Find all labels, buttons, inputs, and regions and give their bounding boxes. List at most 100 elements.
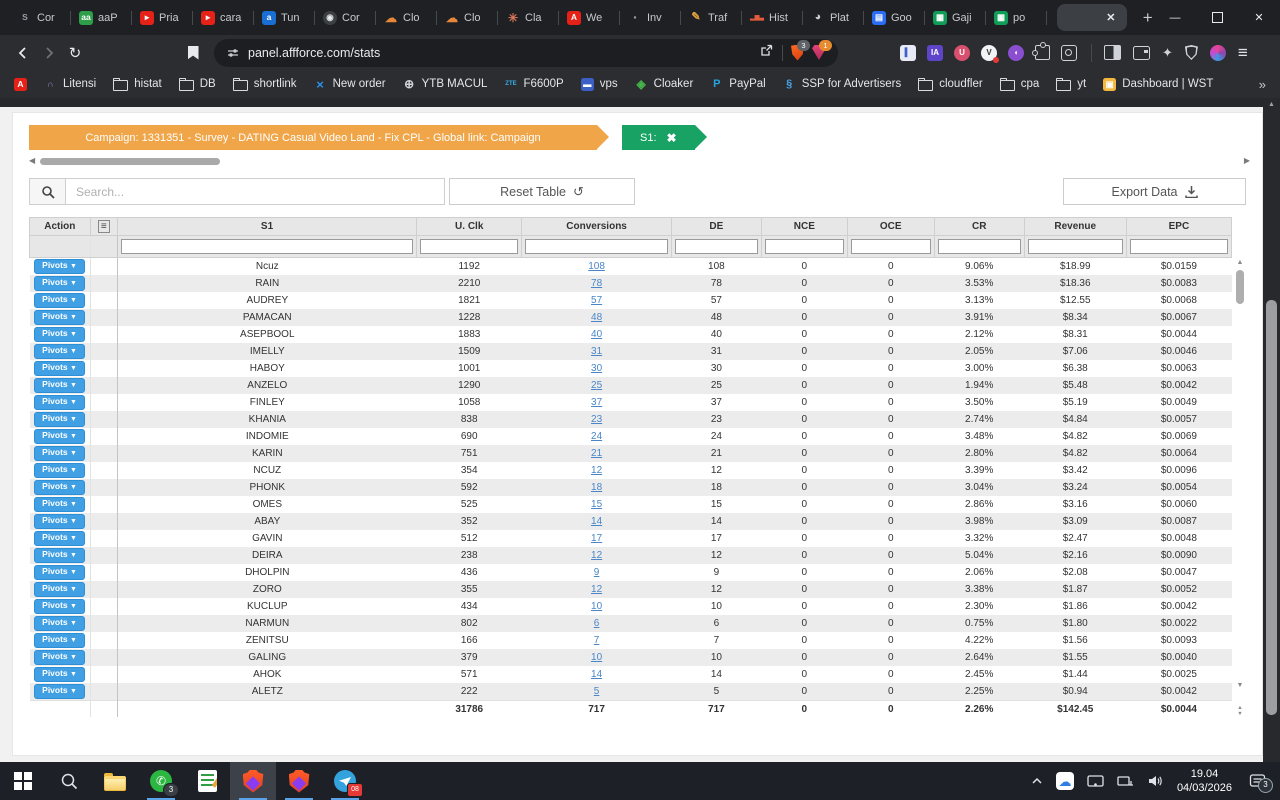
bookmark-item[interactable]: ◈Cloaker <box>635 78 694 91</box>
whatsapp-button[interactable]: ✆ 3 <box>138 762 184 800</box>
conversions-link[interactable]: 12 <box>591 550 602 561</box>
column-filter-input[interactable] <box>1028 239 1123 254</box>
column-header[interactable]: S1 <box>117 218 416 236</box>
active-tab[interactable]: ✕ <box>1057 4 1127 31</box>
pivots-button[interactable]: Pivots ▼ <box>34 310 85 325</box>
bookmark-item[interactable]: PPayPal <box>710 78 765 91</box>
column-header[interactable]: EPC <box>1126 218 1231 236</box>
bookmark-item[interactable]: ZTEF6600P <box>504 78 563 91</box>
pivots-button[interactable]: Pivots ▼ <box>34 344 85 359</box>
close-button[interactable]: ✕ <box>1238 0 1280 35</box>
search-button[interactable] <box>29 178 66 205</box>
search-extension-icon[interactable] <box>1061 45 1077 61</box>
conversions-link[interactable]: 15 <box>591 499 602 510</box>
pivots-button[interactable]: Pivots ▼ <box>34 667 85 682</box>
bookmark-item[interactable]: DB <box>179 77 216 91</box>
browser-tab[interactable]: ☁Clo <box>376 1 437 35</box>
conversions-link[interactable]: 23 <box>591 414 602 425</box>
table-scroll-thumb[interactable] <box>1236 270 1244 304</box>
conversions-link[interactable]: 14 <box>591 669 602 680</box>
browser-tab[interactable]: ▂▆▃Hist <box>742 1 803 35</box>
profile-avatar[interactable] <box>1210 45 1226 61</box>
browser-tab[interactable]: ☁Clo <box>437 1 498 35</box>
search-input[interactable] <box>66 178 445 205</box>
bookmark-item[interactable]: ⊕YTB MACUL <box>403 78 488 91</box>
conversions-link[interactable]: 24 <box>591 431 602 442</box>
bookmark-item[interactable]: yt <box>1056 77 1086 91</box>
address-bar[interactable]: panel.affforce.com/stats 3 1 <box>214 39 838 67</box>
extensions-puzzle-icon[interactable] <box>1035 45 1050 60</box>
bookmark-item[interactable]: §SSP for Advertisers <box>783 78 902 91</box>
wallet-icon[interactable] <box>1133 46 1150 60</box>
chip-close-icon[interactable]: ✖ <box>667 132 677 144</box>
table-scrollbar[interactable]: ▲ ▼ ▲▼ <box>1234 257 1246 717</box>
brave-browser-button[interactable] <box>276 762 322 800</box>
column-header[interactable]: NCE <box>761 218 847 236</box>
bookmark-item[interactable]: histat <box>113 77 162 91</box>
s1-filter-chip[interactable]: S1: ✖ <box>622 125 695 150</box>
browser-tab[interactable]: aaaaP <box>71 1 132 35</box>
pivots-button[interactable]: Pivots ▼ <box>34 480 85 495</box>
browser-tab[interactable]: ◕Plat <box>803 1 864 35</box>
share-button[interactable] <box>759 43 774 62</box>
bookmark-item[interactable]: shortlink <box>233 77 297 91</box>
bookmark-item[interactable]: ▬vps <box>581 78 618 91</box>
column-filter-input[interactable] <box>420 239 518 254</box>
office-app-button[interactable] <box>184 762 230 800</box>
bookmarks-overflow-chevron[interactable]: » <box>1259 77 1266 92</box>
conversions-link[interactable]: 14 <box>591 516 602 527</box>
hscroll-thumb[interactable] <box>40 158 220 165</box>
browser-tab[interactable]: AWe <box>559 1 620 35</box>
browser-tab[interactable]: ▦Gaji <box>925 1 986 35</box>
browser-tab[interactable]: ▦po <box>986 1 1047 35</box>
conversions-link[interactable]: 17 <box>591 533 602 544</box>
browser-scrollbar[interactable]: ▲ <box>1263 98 1280 762</box>
pivots-button[interactable]: Pivots ▼ <box>34 633 85 648</box>
reset-table-button[interactable]: Reset Table ↻ <box>449 178 635 205</box>
pivots-button[interactable]: Pivots ▼ <box>34 531 85 546</box>
extension-icon[interactable]: V <box>981 45 997 61</box>
column-filter-input[interactable] <box>938 239 1021 254</box>
extension-icon[interactable]: IA <box>927 45 943 61</box>
extension-icon[interactable]: ◖ <box>1008 45 1024 61</box>
conversions-link[interactable]: 25 <box>591 380 602 391</box>
conversions-link[interactable]: 9 <box>594 567 600 578</box>
reload-button[interactable]: ↻ <box>62 40 88 66</box>
notification-center-button[interactable]: 3 <box>1249 773 1268 789</box>
conversions-link[interactable]: 5 <box>594 686 600 697</box>
conversions-link[interactable]: 108 <box>588 261 605 272</box>
ai-sparkle-icon[interactable]: ✦ <box>1162 46 1173 59</box>
conversions-link[interactable]: 21 <box>591 448 602 459</box>
conversions-link[interactable]: 48 <box>591 312 602 323</box>
pivots-button[interactable]: Pivots ▼ <box>34 565 85 580</box>
bookmark-button[interactable] <box>180 40 206 66</box>
pivots-button[interactable]: Pivots ▼ <box>34 514 85 529</box>
start-button[interactable] <box>0 762 46 800</box>
forward-button[interactable] <box>36 40 62 66</box>
column-filter-input[interactable] <box>765 239 844 254</box>
pivots-button[interactable]: Pivots ▼ <box>34 293 85 308</box>
pivots-button[interactable]: Pivots ▼ <box>34 582 85 597</box>
pivots-button[interactable]: Pivots ▼ <box>34 429 85 444</box>
browser-tab[interactable]: ▪Inv <box>620 1 681 35</box>
column-filter-input[interactable] <box>525 239 668 254</box>
column-header[interactable]: DE <box>671 218 761 236</box>
column-header-action[interactable]: Action <box>30 218 91 236</box>
pivots-button[interactable]: Pivots ▼ <box>34 463 85 478</box>
browser-tab[interactable]: ◉Cor <box>315 1 376 35</box>
pivots-button[interactable]: Pivots ▼ <box>34 276 85 291</box>
new-tab-button[interactable]: + <box>1141 8 1154 28</box>
conversions-link[interactable]: 12 <box>591 584 602 595</box>
browser-tab[interactable]: ▤Goo <box>864 1 925 35</box>
extension-icon[interactable]: U <box>954 45 970 61</box>
conversions-link[interactable]: 10 <box>591 601 602 612</box>
bookmark-item[interactable]: ▣Dashboard | WST <box>1103 78 1213 91</box>
pivots-button[interactable]: Pivots ▼ <box>34 259 85 274</box>
pivots-button[interactable]: Pivots ▼ <box>34 616 85 631</box>
taskbar-clock[interactable]: 19.04 04/03/2026 <box>1177 767 1232 796</box>
campaign-filter-chip[interactable]: Campaign: 1331351 - Survey - DATING Casu… <box>29 125 597 150</box>
browser-tab[interactable]: ✎Traf <box>681 1 742 35</box>
conversions-link[interactable]: 40 <box>591 329 602 340</box>
horizontal-scrollbar[interactable]: ◀ ▶ <box>29 157 1246 165</box>
pivots-button[interactable]: Pivots ▼ <box>34 599 85 614</box>
